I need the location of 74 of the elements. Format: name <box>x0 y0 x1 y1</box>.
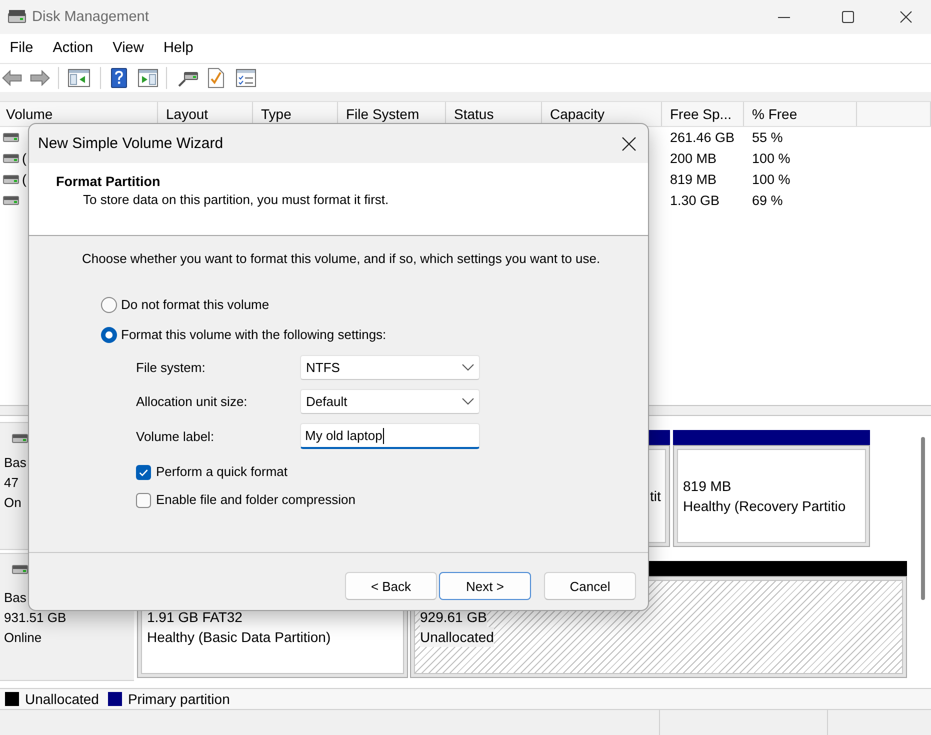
dialog-button[interactable]: Cancel <box>544 572 636 600</box>
drive-icon <box>12 434 28 443</box>
close-icon[interactable] <box>900 11 912 23</box>
disk-info-text: 931.51 GB <box>4 609 66 627</box>
dialog-button[interactable]: Next > <box>439 572 531 600</box>
checkbox[interactable] <box>136 492 151 508</box>
close-icon[interactable] <box>622 136 636 150</box>
partition-text: 819 MB <box>683 477 732 496</box>
menu-item[interactable]: Action <box>42 34 103 63</box>
drive-icon <box>8 10 26 24</box>
checkbox[interactable] <box>136 464 151 480</box>
dropdown-field[interactable]: Default <box>300 389 480 414</box>
chevron-down-icon <box>462 364 474 371</box>
left-arrow-icon[interactable] <box>2 70 22 86</box>
help-icon[interactable] <box>111 68 127 88</box>
text-cursor-icon <box>383 428 384 444</box>
page-title: Format Partition <box>56 173 160 191</box>
menu-item[interactable]: View <box>102 34 154 63</box>
drive-icon <box>12 565 28 574</box>
column-header[interactable]: Free Sp... <box>662 102 744 126</box>
table-cell-text: 69 % <box>751 192 784 210</box>
volume-name: ( <box>22 171 26 189</box>
right-arrow-icon[interactable] <box>30 70 50 86</box>
volume-name: ( <box>22 150 26 168</box>
disk-info-text: 47 <box>4 474 18 492</box>
table-cell-text: 261.46 GB <box>669 129 736 147</box>
radio-button[interactable] <box>101 327 117 343</box>
column-header[interactable]: % Free <box>744 102 857 126</box>
disk-info-text: Bas <box>4 589 26 607</box>
drive-cable-icon[interactable] <box>178 69 198 87</box>
partition-text: 1.91 GB FAT32 <box>147 608 242 627</box>
drive-icon <box>3 154 19 163</box>
table-cell-text: 100 % <box>751 150 792 168</box>
radio-label[interactable]: Format this volume with the following settings: <box>121 325 386 345</box>
dropdown-field[interactable]: NTFS <box>300 355 480 380</box>
checkbox-label[interactable]: Perform a quick format <box>156 462 288 482</box>
dialog-button[interactable]: < Back <box>345 572 437 600</box>
menu-item[interactable]: Help <box>154 34 204 63</box>
field-label: Volume label: <box>136 428 216 444</box>
partition-text: Unallocated <box>420 627 494 647</box>
table-cell-text: 1.30 GB <box>669 192 721 210</box>
window-pane-icon[interactable] <box>68 69 90 87</box>
drive-icon <box>3 196 19 205</box>
text-field[interactable]: My old laptop <box>300 423 480 449</box>
legend-label: Unallocated <box>25 691 99 707</box>
radio-label[interactable]: Do not format this volume <box>121 295 270 315</box>
checkbox-label[interactable]: Enable file and folder compression <box>156 490 356 510</box>
menu-item[interactable]: File <box>0 34 43 63</box>
field-label: File system: <box>136 360 206 375</box>
radio-button[interactable] <box>101 297 117 313</box>
partition-text: Healthy (Basic Data Partition) <box>147 628 331 647</box>
document-check-icon[interactable] <box>208 68 224 88</box>
page-subtitle: To store data on this partition, you must format it first. <box>83 191 389 209</box>
drive-icon <box>3 133 19 142</box>
checklist-window-icon[interactable] <box>236 69 256 87</box>
field-label: Allocation unit size: <box>136 394 248 409</box>
disk-info-text: Online <box>4 629 42 647</box>
partition-text: Healthy (Recovery Partitio <box>683 497 846 516</box>
window-title: Disk Management <box>32 9 149 25</box>
scrollbar-thumb[interactable] <box>921 437 925 600</box>
dialog-title: New Simple Volume Wizard <box>38 135 224 152</box>
disk-info-text: On <box>4 494 22 512</box>
partition-text: tit <box>650 487 661 506</box>
disk-info-text: Bas <box>4 454 26 472</box>
chevron-down-icon <box>462 398 474 405</box>
instruction-text: Choose whether you want to format this volume, and if so, which settings you want to use. <box>82 250 600 268</box>
table-cell-text: 100 % <box>751 171 792 189</box>
table-cell-text: 55 % <box>751 129 784 147</box>
minimize-icon[interactable] <box>778 16 790 18</box>
table-cell-text: 200 MB <box>669 150 718 168</box>
table-cell-text: 819 MB <box>669 171 718 189</box>
legend-label: Primary partition <box>128 691 230 707</box>
drive-icon <box>3 175 19 184</box>
maximize-icon[interactable] <box>842 11 854 23</box>
